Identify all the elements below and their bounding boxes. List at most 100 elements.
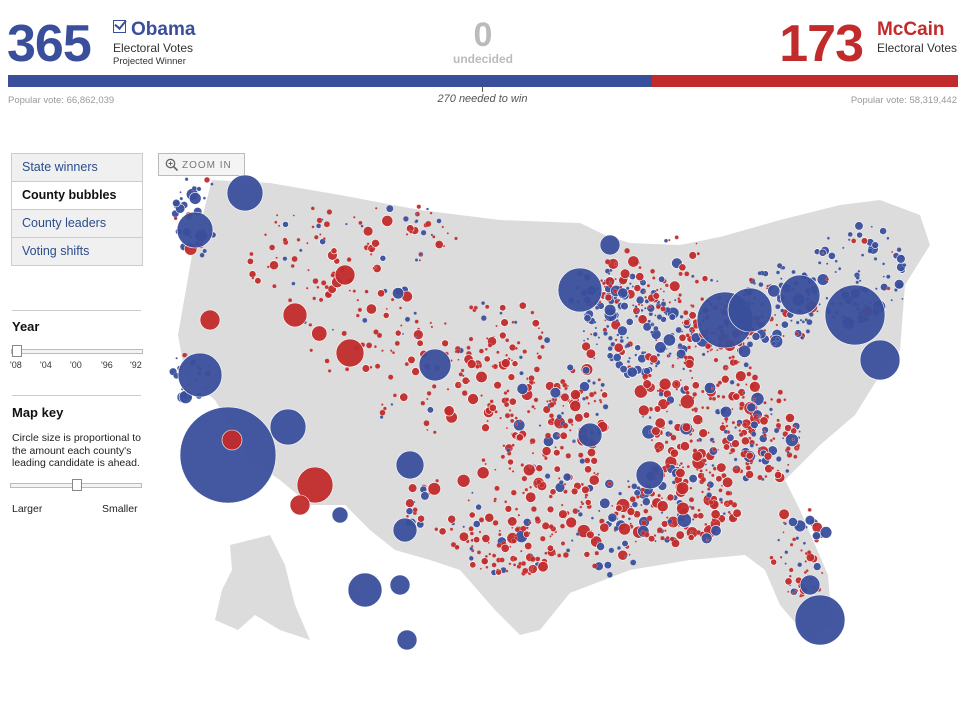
county-bubble (802, 541, 807, 545)
county-bubble (842, 246, 845, 250)
mccain-name: McCain (876, 19, 945, 40)
county-bubble (553, 465, 561, 473)
county-bubble (653, 405, 662, 413)
county-bubble (710, 525, 722, 537)
county-bubble (404, 362, 409, 367)
county-bubble (379, 254, 387, 262)
county-bubble (696, 468, 699, 471)
county-bubble (652, 292, 660, 300)
county-bubble (374, 206, 378, 210)
county-bubble (882, 262, 886, 266)
county-bubble (799, 594, 802, 598)
county-bubble (705, 497, 710, 502)
county-bubble (385, 204, 394, 213)
county-bubble (629, 496, 636, 503)
county-bubble (548, 399, 552, 403)
year-tick-04: '04 (40, 360, 52, 370)
county-bubble (426, 406, 435, 414)
county-bubble (592, 381, 596, 385)
county-bubble (469, 561, 477, 569)
county-bubble (847, 231, 853, 237)
county-bubble (513, 556, 518, 562)
zoom-in-button[interactable]: ZOOM IN (158, 153, 245, 176)
county-bubble (855, 275, 860, 280)
county-bubble (679, 441, 690, 452)
county-bubble (499, 557, 505, 563)
county-bubble (608, 280, 612, 284)
county-bubble (563, 482, 567, 486)
county-bubble (659, 287, 662, 291)
county-bubble (763, 433, 767, 438)
county-bubble (530, 310, 535, 315)
county-bubble (635, 272, 645, 282)
county-bubble (584, 498, 592, 506)
county-bubble (712, 466, 717, 471)
county-bubble (795, 589, 799, 592)
county-bubble (505, 353, 509, 357)
county-bubble (749, 443, 754, 448)
county-bubble (799, 318, 803, 322)
county-bubble (624, 555, 627, 558)
county-bubble (620, 335, 624, 339)
county-bubble (602, 404, 609, 410)
county-bubble (771, 341, 777, 347)
county-bubble (592, 563, 598, 569)
county-bubble-large (221, 429, 243, 451)
county-bubble (308, 323, 313, 327)
county-bubble (476, 466, 490, 480)
view-voting-shifts[interactable]: Voting shifts (12, 237, 142, 265)
county-bubble (664, 440, 669, 445)
county-bubble (381, 349, 384, 353)
year-slider[interactable] (11, 345, 143, 357)
county-bubble (734, 465, 738, 469)
county-bubble (488, 552, 492, 556)
county-bubble (834, 270, 837, 274)
bubble-size-slider-handle[interactable] (72, 479, 82, 491)
county-bubble (640, 487, 645, 492)
county-bubble (496, 542, 502, 548)
county-bubble (786, 450, 790, 455)
county-bubble (782, 531, 785, 534)
county-bubble (521, 475, 528, 482)
county-bubble (485, 337, 489, 340)
county-bubble (578, 512, 583, 517)
county-bubble (426, 397, 429, 401)
county-bubble (797, 562, 803, 568)
county-bubble (721, 476, 734, 489)
county-bubble (356, 298, 360, 302)
county-bubble (584, 495, 588, 499)
county-bubble (597, 378, 601, 382)
county-bubble (546, 544, 555, 552)
county-bubble (733, 457, 738, 462)
county-bubble (741, 436, 750, 446)
county-bubble (875, 287, 878, 291)
year-slider-handle[interactable] (12, 345, 22, 357)
county-bubble (665, 410, 669, 413)
county-bubble (327, 369, 332, 373)
county-bubble (775, 304, 781, 310)
county-bubble (522, 349, 528, 354)
county-bubble (506, 448, 511, 453)
county-bubble (525, 491, 537, 503)
county-bubble-map (168, 175, 930, 651)
mccain-electoral-votes: 173 (779, 15, 864, 73)
county-bubble (516, 341, 521, 345)
county-bubble (873, 257, 878, 261)
bubble-size-slider[interactable] (10, 479, 142, 491)
county-bubble (492, 553, 497, 558)
county-bubble (636, 495, 640, 499)
county-bubble (514, 507, 519, 511)
county-bubble (409, 229, 413, 234)
county-bubble (704, 463, 708, 466)
view-county-bubbles[interactable]: County bubbles (12, 181, 142, 209)
county-bubble (572, 440, 575, 443)
county-bubble (508, 467, 512, 470)
county-bubble (406, 514, 410, 518)
view-state-winners[interactable]: State winners (12, 154, 142, 181)
county-bubble (631, 501, 638, 508)
county-bubble (860, 253, 865, 257)
view-county-leaders[interactable]: County leaders (12, 209, 142, 237)
county-bubble-large (226, 175, 264, 212)
county-bubble (783, 398, 787, 402)
county-bubble (603, 561, 613, 570)
